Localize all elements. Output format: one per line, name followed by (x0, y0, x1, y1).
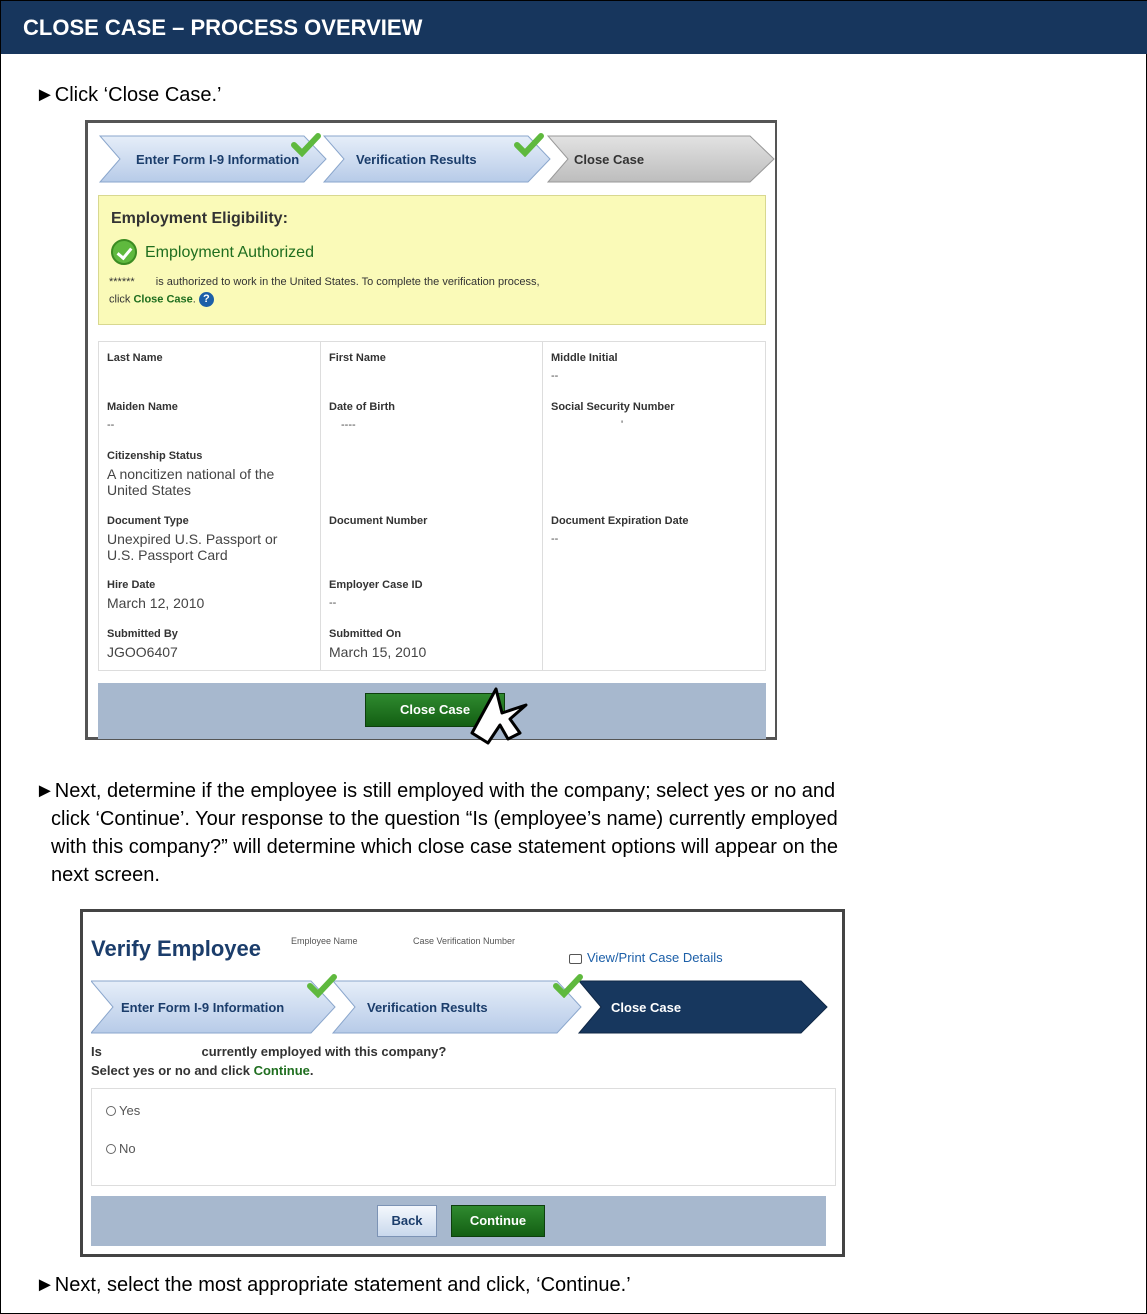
field-middle-initial: Middle Initial -- (551, 352, 618, 382)
checkmark-icon (291, 133, 321, 157)
help-icon[interactable]: ? (198, 292, 214, 307)
action-footer: Close Case (98, 683, 766, 739)
column-divider (320, 342, 321, 670)
checkmark-icon (307, 974, 337, 998)
field-hire-date: Hire Date March 12, 2010 (107, 579, 205, 611)
close-case-inline-link[interactable]: Close Case (133, 293, 192, 305)
verify-employee-screenshot: Verify Employee Employee Name Case Verif… (80, 909, 845, 1257)
check-circle-icon (111, 239, 137, 265)
field-employer-case-id: Employer Case ID -- (329, 579, 423, 609)
field-date-of-birth: Date of Birth ---- (329, 401, 395, 431)
checkmark-icon (553, 974, 583, 998)
field-ssn: Social Security Number ' (551, 401, 675, 431)
employment-question: Is currently employed with this company? (91, 1044, 447, 1059)
step-enter-form[interactable]: Enter Form I-9 Information (136, 152, 299, 167)
employee-name-masked: ****** (109, 276, 135, 288)
field-document-type: Document Type Unexpired U.S. Passport or… (107, 515, 278, 563)
view-print-link[interactable]: View/Print Case Details (569, 950, 723, 965)
field-first-name: First Name (329, 352, 386, 364)
radio-circle-icon[interactable] (106, 1143, 116, 1154)
eligibility-message: ****** is authorized to work in the Unit… (109, 276, 540, 288)
field-submitted-on: Submitted On March 15, 2010 (329, 628, 427, 660)
radio-circle-icon[interactable] (106, 1105, 116, 1116)
field-citizenship-status: Citizenship Status A noncitizen national… (107, 450, 275, 498)
employment-eligibility-panel: Employment Eligibility: Employment Autho… (98, 195, 766, 325)
field-submitted-by: Submitted By JGOO6407 (107, 628, 178, 660)
column-divider (542, 342, 543, 670)
eligibility-message-text: is authorized to work in the United Stat… (155, 276, 540, 288)
step-verification-results[interactable]: Verification Results (367, 1000, 488, 1015)
step-close-case[interactable]: Close Case (574, 152, 644, 167)
field-document-number: Document Number (329, 515, 428, 527)
step-verification-results[interactable]: Verification Results (356, 152, 477, 167)
close-case-screenshot: Enter Form I-9 Information Verification … (85, 120, 777, 740)
mouse-pointer-icon (470, 687, 528, 745)
step-enter-form[interactable]: Enter Form I-9 Information (121, 1000, 284, 1015)
eligibility-message-line2: click Close Case. ? (109, 292, 214, 307)
field-maiden-name: Maiden Name -- (107, 401, 178, 431)
step-close-case[interactable]: Close Case (611, 1000, 681, 1015)
instruction-click-close-case: ►Click ‘Close Case.’ (35, 84, 222, 106)
printer-icon (569, 953, 582, 964)
instruction-select-statement: ►Next, select the most appropriate state… (35, 1274, 631, 1296)
field-document-expiration: Document Expiration Date -- (551, 515, 689, 545)
radio-no[interactable]: No (106, 1141, 136, 1156)
continue-button[interactable]: Continue (451, 1205, 545, 1237)
page: CLOSE CASE – PROCESS OVERVIEW ►Click ‘Cl… (0, 0, 1147, 1314)
checkmark-icon (514, 133, 544, 157)
verify-employee-title: Verify Employee (91, 936, 261, 961)
instruction-determine-employment: ►Next, determine if the employee is stil… (35, 780, 839, 886)
section-header: CLOSE CASE – PROCESS OVERVIEW (1, 1, 1147, 54)
eligibility-title: Employment Eligibility: (111, 210, 288, 227)
eligibility-status: Employment Authorized (145, 244, 314, 261)
case-details-grid: Last Name First Name Middle Initial -- M… (98, 341, 766, 671)
employment-question-instruction: Select yes or no and click Continue. (91, 1063, 314, 1078)
employment-options: Yes No (91, 1088, 836, 1186)
radio-yes[interactable]: Yes (106, 1103, 140, 1118)
back-button[interactable]: Back (377, 1205, 437, 1237)
case-verification-number-label: Case Verification Number (413, 936, 516, 946)
employee-name-label: Employee Name (291, 936, 358, 946)
action-footer: Back Continue (91, 1196, 826, 1246)
field-last-name: Last Name (107, 352, 163, 364)
